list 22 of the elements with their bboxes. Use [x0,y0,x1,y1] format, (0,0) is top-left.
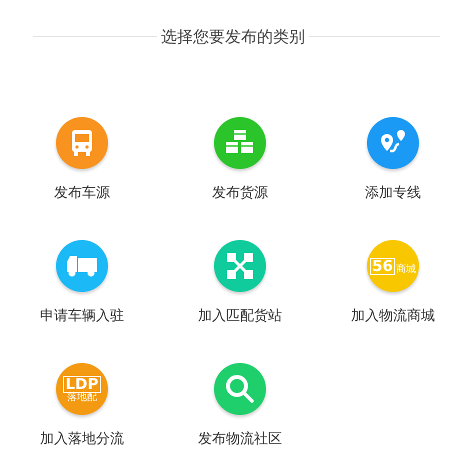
logo-text: 56 [370,258,395,274]
bus-icon [69,129,95,157]
category-button[interactable]: 申请车辆入驻 [0,240,160,327]
category-button[interactable]: 加入匹配货站 [160,240,316,327]
truck-icon [65,254,99,278]
category-button[interactable]: 发布物流社区 [160,363,316,450]
category-label: 发布物流社区 [198,430,282,449]
logo-text: 商城 [396,264,416,274]
category-label: 申请车辆入驻 [40,307,124,326]
category-label: 发布车源 [54,184,110,203]
category-label: 发布货源 [212,184,268,203]
grid-cross-icon [226,252,254,280]
category-button[interactable]: 发布货源 [160,117,316,204]
category-button[interactable]: 56 商城 加入物流商城 [316,240,466,327]
category-button[interactable]: 发布车源 [0,117,160,204]
category-button[interactable]: 添加专线 [316,117,466,204]
category-label: 加入匹配货站 [198,307,282,326]
search-icon [225,374,255,404]
logo-text: LDP [63,376,100,392]
category-label: 添加专线 [365,184,421,203]
category-label: 加入物流商城 [351,307,435,326]
category-label: 加入落地分流 [40,430,124,449]
